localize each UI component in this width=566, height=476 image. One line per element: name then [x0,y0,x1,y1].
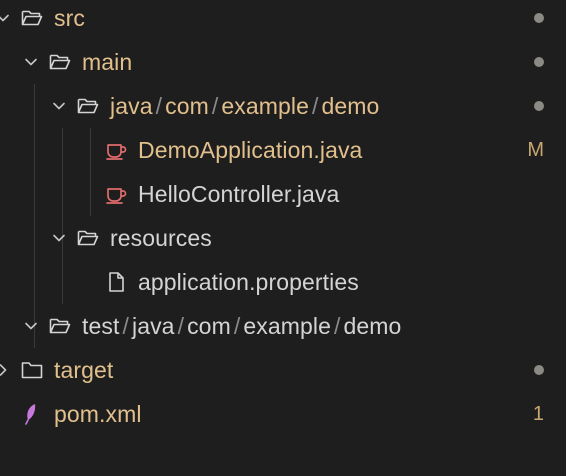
path-segment: com [165,93,209,119]
tree-item-pom-xml[interactable]: pom.xml 1 [0,392,566,436]
tree-item-label: application.properties [138,269,359,295]
modified-dot-indicator [534,365,544,375]
tree-item-resources[interactable]: resources [0,216,566,260]
tree-item-label: HelloController.java [138,181,340,207]
tree-item-application-properties[interactable]: application.properties [0,260,566,304]
tree-item-test-package[interactable]: test / java / com / example / demo [0,304,566,348]
modified-dot-indicator [534,57,544,67]
tree-item-label: main [82,49,133,75]
java-cup-icon [104,182,128,206]
path-separator: / [312,93,319,119]
chevron-right-icon[interactable] [0,363,10,377]
tree-item-label: resources [110,225,212,251]
chevron-down-icon[interactable] [52,231,66,245]
file-explorer-tree: src main java / com / example / demo DemoAppli… [0,0,566,476]
folder-open-icon [76,226,100,250]
tree-item-label: pom.xml [54,401,142,427]
path-separator: / [122,313,129,339]
chevron-down-icon[interactable] [24,319,38,333]
tree-item-label: target [54,357,114,383]
file-icon [104,270,128,294]
tree-item-target[interactable]: target [0,348,566,392]
chevron-down-icon[interactable] [52,99,66,113]
path-segment: java [131,313,175,339]
path-separator: / [233,313,241,339]
folder-open-icon [20,6,44,30]
path-segment: com [187,313,231,339]
problems-count-badge: 1 [532,403,544,425]
git-modified-badge: M [527,139,544,161]
modified-dot-indicator [534,101,544,111]
modified-dot-indicator [534,13,544,23]
tree-item-java-package[interactable]: java / com / example / demo [0,84,566,128]
folder-open-icon [48,50,72,74]
path-separator: / [155,93,163,119]
path-segment: demo [321,93,380,119]
path-segment: demo [343,313,402,339]
path-segment: example [221,93,309,119]
java-cup-icon [104,138,128,162]
folder-open-icon [76,94,100,118]
chevron-down-icon[interactable] [0,11,10,25]
chevron-down-icon[interactable] [24,55,38,69]
folder-open-icon [48,314,72,338]
path-segment: example [243,313,331,339]
path-segment: test [82,313,120,339]
path-segment: java [110,93,153,119]
tree-item-label: src [54,5,85,31]
path-separator: / [211,93,219,119]
tree-item-main[interactable]: main [0,40,566,84]
tree-item-path-label: java / com / example / demo [110,84,379,128]
maven-feather-icon [20,402,44,426]
path-separator: / [177,313,185,339]
tree-item-src[interactable]: src [0,0,566,40]
tree-item-demoapplication-java[interactable]: DemoApplication.java M [0,128,566,172]
tree-item-label: DemoApplication.java [138,137,363,163]
path-separator: / [333,313,341,339]
tree-item-path-label: test / java / com / example / demo [82,304,401,348]
tree-item-hellocontroller-java[interactable]: HelloController.java [0,172,566,216]
folder-icon [20,358,44,382]
